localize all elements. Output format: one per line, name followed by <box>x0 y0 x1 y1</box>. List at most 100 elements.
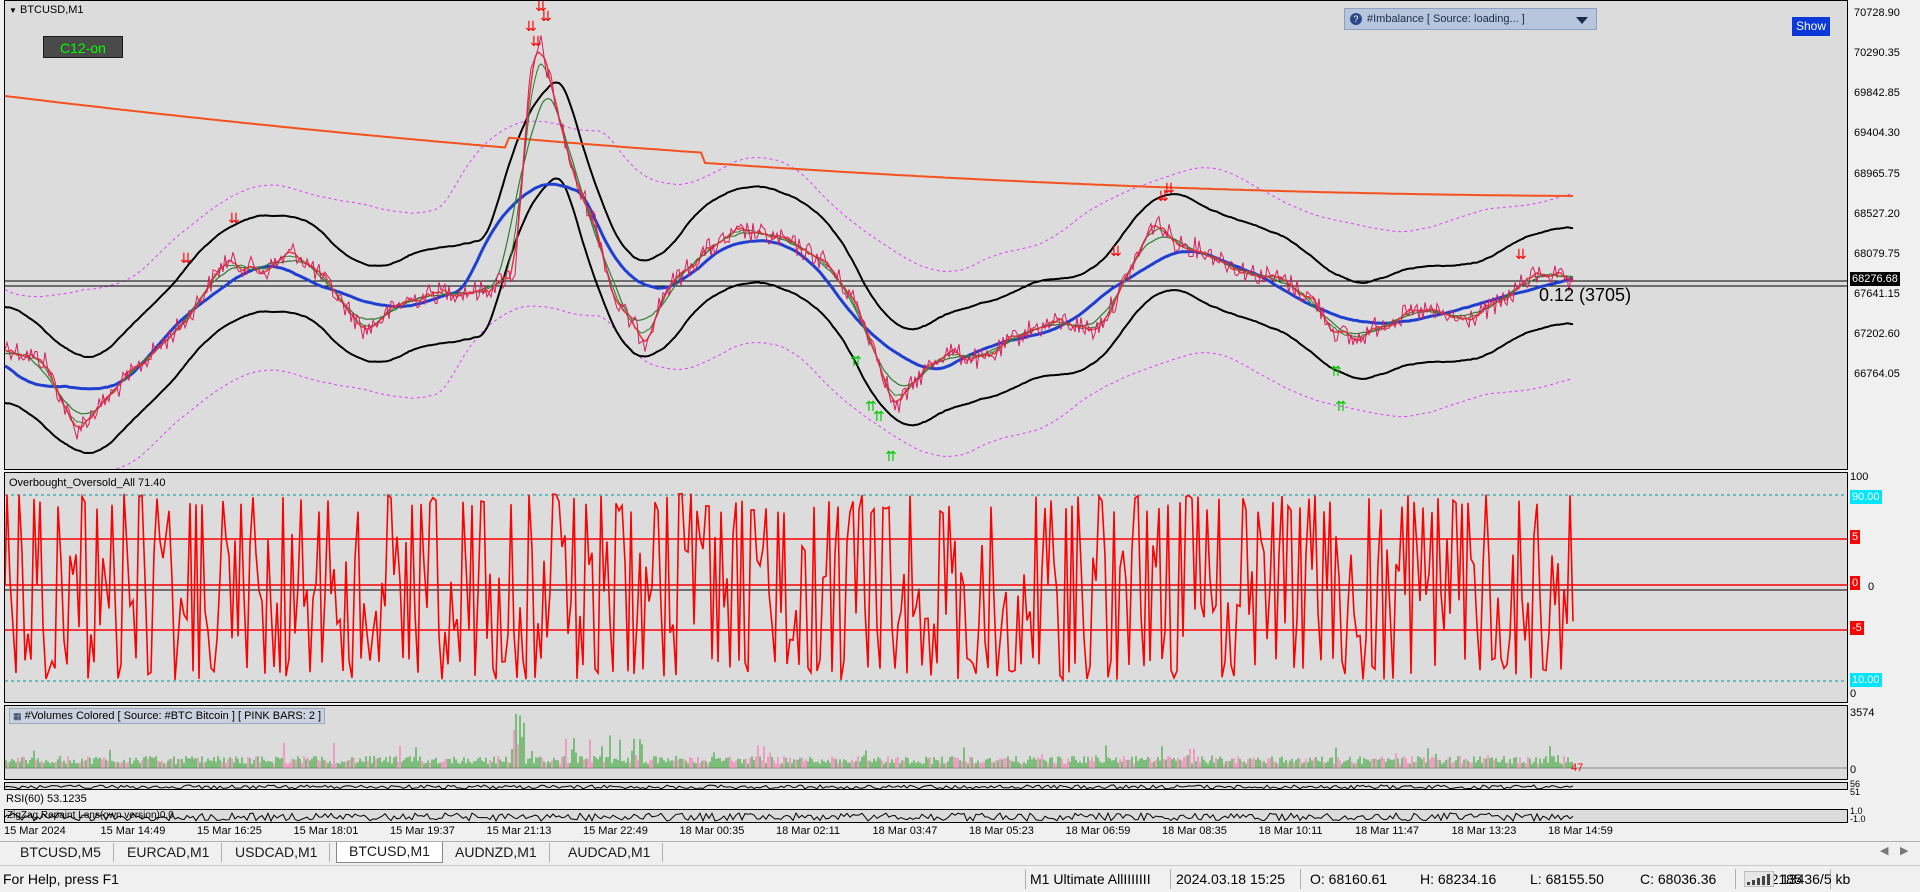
status-divider <box>1025 869 1026 889</box>
time-tick: 18 Mar 02:11 <box>776 825 841 837</box>
tab-audnzd-m1[interactable]: AUDNZD,M1 <box>443 843 550 862</box>
rsi-pane[interactable] <box>4 782 1848 790</box>
buy-arrow-icon: ⇈ <box>885 449 897 465</box>
price-chart-pane[interactable]: ⇊ ⇊ ⇊ ⇊ ⇊ ⇊ ⇊ ⇊ ⇊ ⇊ ⇈ ⇈ ⇈ ⇈ ⇈ ⇈ ▼ BTCUSD,M1 C12-on ? #I… <box>4 0 1848 470</box>
time-tick: 18 Mar 13:23 <box>1451 825 1517 837</box>
sell-arrow-icon: ⇊ <box>180 251 192 267</box>
buy-arrow-icon: ⇈ <box>873 409 885 425</box>
price-tick: 70728.90 <box>1854 7 1900 19</box>
osc-line-label-0: 0 <box>1850 576 1861 590</box>
blue-ma-line <box>5 182 1574 391</box>
time-tick: 15 Mar 22:49 <box>583 825 648 837</box>
zigzag-label: ZigZag Repaint Lens(own version)0.0 <box>7 810 174 821</box>
status-divider <box>1300 869 1301 889</box>
status-datetime: 2024.03.18 15:25 <box>1176 871 1285 887</box>
price-tick: 66764.05 <box>1854 368 1900 380</box>
tab-btcusd-m1[interactable]: BTCUSD,M1 <box>336 842 443 863</box>
level-label: 0.12 (3705) <box>1539 285 1632 305</box>
tabs-scroll-left-icon[interactable]: ◀ <box>1880 844 1888 857</box>
oscillator-label: Overbought_Oversold_All 71.40 <box>9 477 166 489</box>
zigzag-pane[interactable]: ZigZag Repaint Lens(own version)0.0 <box>4 809 1848 823</box>
status-help: For Help, press F1 <box>3 871 119 887</box>
osc-right-mark: 0 <box>1868 581 1875 593</box>
osc-tick-0: 0 <box>1850 688 1857 700</box>
symbol-title-text: BTCUSD,M1 <box>19 4 84 16</box>
buy-arrow-icon: ⇈ <box>1335 399 1347 415</box>
rsi-line <box>5 784 1574 789</box>
status-high: H: 68234.16 <box>1420 871 1497 887</box>
osc-tick-100: 100 <box>1850 471 1869 483</box>
price-tick: 70290.35 <box>1854 47 1900 59</box>
sell-arrow-icon: ⇊ <box>530 34 542 50</box>
time-tick: 15 Mar 16:25 <box>197 825 262 837</box>
price-tick: 68079.75 <box>1854 248 1900 260</box>
time-tick: 15 Mar 21:13 <box>486 825 552 837</box>
rsi-right-value-2: 51 <box>1850 787 1861 797</box>
status-divider <box>1735 869 1736 889</box>
tab-btcusd-m5[interactable]: BTCUSD,M5 <box>8 843 114 862</box>
zigzag-line <box>5 811 1574 822</box>
chart-tabs-bar: BTCUSD,M5 EURCAD,M1 USDCAD,M1 BTCUSD,M1 … <box>0 841 1920 864</box>
rsi-label-strip: RSI(60) 53.1235 <box>4 792 1848 807</box>
terminal-window: ⇊ ⇊ ⇊ ⇊ ⇊ ⇊ ⇊ ⇊ ⇊ ⇊ ⇈ ⇈ ⇈ ⇈ ⇈ ⇈ ▼ BTCUSD,M1 C12-on ? #I… <box>0 0 1920 892</box>
current-price-tag: 68276.68 <box>1850 272 1900 286</box>
down-triangle-icon: ▼ <box>9 6 17 15</box>
osc-line-label-minus5: -5 <box>1850 621 1864 635</box>
time-axis[interactable]: 15 Mar 2024 15 Mar 14:49 15 Mar 16:25 15 Ma… <box>0 823 1848 841</box>
imbalance-indicator-dropdown[interactable]: ? #Imbalance [ Source: loading... ] <box>1344 8 1597 30</box>
orange-ma-line <box>5 95 1573 197</box>
volume-tick-zero: 0 <box>1850 764 1857 776</box>
status-low: L: 68155.50 <box>1530 871 1604 887</box>
volume-label-text: #Volumes Colored [ Source: #BTC Bitcoin … <box>24 710 322 722</box>
oscillator-pane[interactable]: Overbought_Oversold_All 71.40 <box>4 472 1848 703</box>
tab-usdcad-m1[interactable]: USDCAD,M1 <box>223 843 331 862</box>
price-tick: 69404.30 <box>1854 127 1900 139</box>
price-tick: 68965.75 <box>1854 168 1900 180</box>
chevron-down-icon[interactable] <box>1576 17 1588 24</box>
sell-arrow-icon: ⇊ <box>228 211 240 227</box>
time-tick: 18 Mar 05:23 <box>969 825 1034 837</box>
price-tick: 68527.20 <box>1854 208 1900 220</box>
osc-line-label-5: 5 <box>1850 530 1861 544</box>
signal-bars-icon: ▦ <box>13 711 22 721</box>
price-chart-canvas[interactable]: ⇊⇊⇊⇊⇊⇊⇊⇊⇊⇊⇈⇈⇈⇈⇈⇈ <box>5 1 1848 470</box>
time-tick: 15 Mar 2024 <box>4 825 66 837</box>
status-open: O: 68160.61 <box>1310 871 1388 887</box>
status-divider <box>1170 869 1171 889</box>
time-tick: 15 Mar 18:01 <box>293 825 359 837</box>
envelope-upper-line <box>5 120 1574 298</box>
oscillator-canvas[interactable] <box>5 473 1848 703</box>
c12-toggle-button[interactable]: C12-on <box>43 36 123 58</box>
time-tick: 15 Mar 14:49 <box>100 825 166 837</box>
volume-last-value: 47 <box>1571 762 1584 774</box>
status-bar: For Help, press F1 M1 Ultimate AllIIIIII… <box>0 865 1920 892</box>
tab-eurcad-m1[interactable]: EURCAD,M1 <box>115 843 223 862</box>
sell-arrow-icon: ⇊ <box>1163 181 1175 197</box>
symbol-title: ▼ BTCUSD,M1 <box>9 4 84 16</box>
sell-arrow-icon: ⇊ <box>540 9 552 25</box>
tabs-scroll-right-icon[interactable]: ▶ <box>1900 844 1908 857</box>
show-button[interactable]: Show <box>1792 17 1830 36</box>
status-traffic: 13436/5 kb <box>1781 871 1851 887</box>
buy-arrow-icon: ⇈ <box>850 354 862 370</box>
volume-tick-max: 3574 <box>1850 707 1875 719</box>
oscillator-line <box>5 492 1574 683</box>
imbalance-indicator-label: #Imbalance [ Source: loading... ] <box>1367 13 1525 25</box>
zigzag-right-value-2: -1.0 <box>1850 814 1866 824</box>
time-tick: 18 Mar 06:59 <box>1065 825 1131 837</box>
help-icon: ? <box>1350 13 1362 25</box>
price-axis[interactable]: 70728.90 70290.35 69842.85 69404.30 68965.75… <box>1848 0 1920 830</box>
volume-label: ▦ #Volumes Colored [ Source: #BTC Bitcoi… <box>9 708 326 724</box>
status-close: C: 68036.36 <box>1640 871 1717 887</box>
price-tick: 69842.85 <box>1854 87 1900 99</box>
osc-upper-level-tag: 90.00 <box>1850 490 1882 504</box>
tab-audcad-m1[interactable]: AUDCAD,M1 <box>556 843 664 862</box>
time-tick: 18 Mar 03:47 <box>872 825 938 837</box>
price-tick: 67202.60 <box>1854 328 1900 340</box>
sell-arrow-icon: ⇊ <box>1110 244 1122 260</box>
volume-pane[interactable]: ▦ #Volumes Colored [ Source: #BTC Bitcoi… <box>4 705 1848 780</box>
time-tick: 18 Mar 08:35 <box>1162 825 1227 837</box>
time-tick: 18 Mar 00:35 <box>679 825 745 837</box>
time-tick: 18 Mar 11:47 <box>1355 825 1420 837</box>
time-tick: 18 Mar 10:11 <box>1258 825 1323 837</box>
